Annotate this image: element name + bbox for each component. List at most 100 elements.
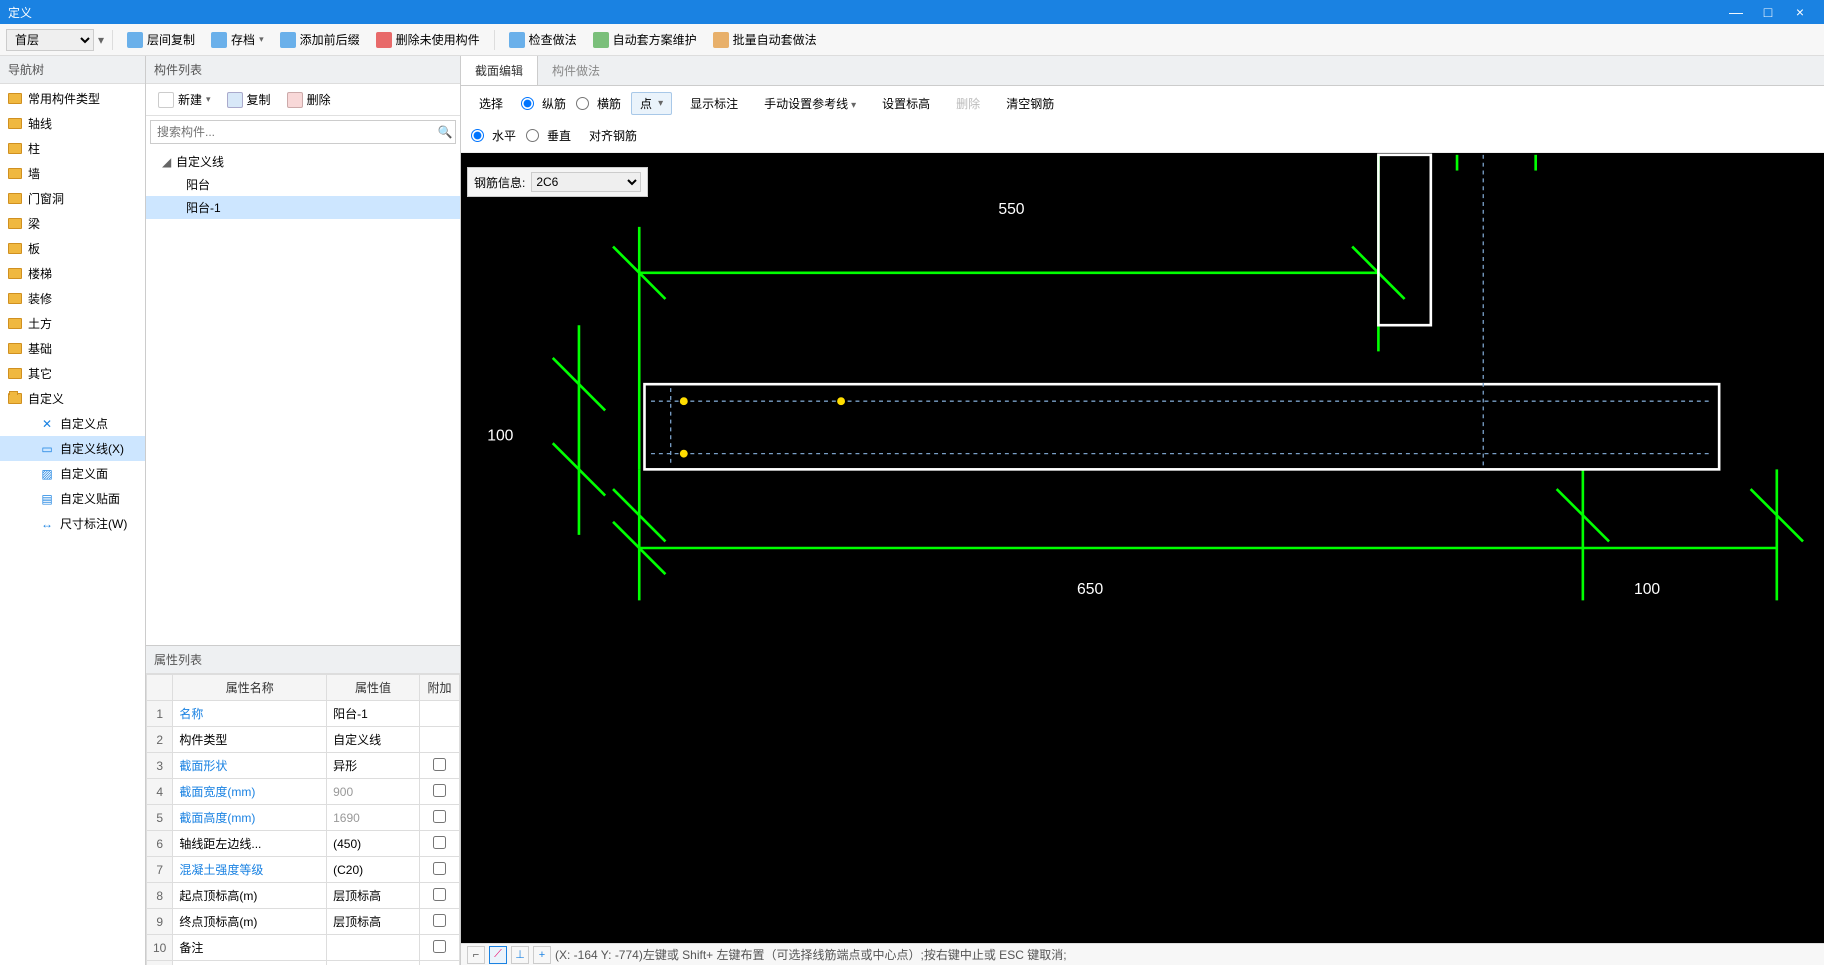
drawing-svg: 550 100 650 100 [461, 153, 1824, 943]
status-icon-2[interactable]: ⟋ [489, 946, 507, 964]
nav-item[interactable]: 轴线 [0, 111, 145, 136]
nav-item[interactable]: 梁 [0, 211, 145, 236]
tree-item[interactable]: ◢自定义线 [146, 150, 460, 173]
nav-item[interactable]: ↔尺寸标注(W) [0, 511, 145, 536]
property-value[interactable]: 层顶标高 [327, 883, 420, 909]
delete-rebar-button[interactable]: 删除 [948, 93, 988, 114]
nav-item-label: 板 [28, 240, 40, 257]
copy-button[interactable]: 复制 [221, 88, 277, 111]
property-row[interactable]: 10备注 [147, 935, 460, 961]
property-row[interactable]: 6轴线距左边线...(450) [147, 831, 460, 857]
nav-item[interactable]: 自定义 [0, 386, 145, 411]
nav-item[interactable]: 装修 [0, 286, 145, 311]
maximize-button[interactable]: □ [1752, 4, 1784, 20]
nav-item[interactable]: 其它 [0, 361, 145, 386]
horizontal-rebar-radio[interactable]: 横筋 [576, 95, 621, 112]
nav-item[interactable]: 墙 [0, 161, 145, 186]
show-annotation-button[interactable]: 显示标注 [682, 93, 746, 114]
property-row[interactable]: 5截面高度(mm)1690 [147, 805, 460, 831]
property-row[interactable]: 3截面形状异形 [147, 753, 460, 779]
tree-toggle-icon[interactable]: ◢ [162, 155, 172, 169]
add-prefix-button[interactable]: 添加前后缀 [274, 28, 366, 51]
extra-checkbox[interactable] [433, 810, 446, 823]
select-tool[interactable]: 选择 [471, 93, 511, 114]
auto-scheme-button[interactable]: 自动套方案维护 [587, 28, 703, 51]
point-tool[interactable]: 点 [631, 92, 672, 115]
copy-floor-button[interactable]: 层间复制 [121, 28, 201, 51]
new-button[interactable]: 新建▾ [152, 88, 217, 111]
archive-button[interactable]: 存档▾ [205, 28, 270, 51]
property-value[interactable] [327, 935, 420, 961]
search-icon[interactable]: 🔍 [435, 125, 455, 139]
floor-select[interactable]: 首层 [6, 29, 94, 51]
vertical-rebar-radio[interactable]: 纵筋 [521, 95, 566, 112]
extra-checkbox[interactable] [433, 836, 446, 849]
section-canvas[interactable]: 钢筋信息: 2C6 [461, 153, 1824, 943]
property-value[interactable]: 异形 [327, 753, 420, 779]
property-row[interactable]: 1名称阳台-1 [147, 701, 460, 727]
nav-item[interactable]: ▨自定义面 [0, 461, 145, 486]
tab-component-method[interactable]: 构件做法 [538, 56, 614, 85]
status-icon-4[interactable]: + [533, 946, 551, 964]
manual-ref-line-button[interactable]: 手动设置参考线 [756, 93, 864, 114]
nav-item[interactable]: 楼梯 [0, 261, 145, 286]
tab-section-edit[interactable]: 截面编辑 [461, 56, 538, 85]
row-number: 11 [147, 961, 173, 965]
nav-item-label: 轴线 [28, 115, 52, 132]
floor-dropdown-icon[interactable]: ▾ [98, 33, 104, 47]
property-value[interactable]: (450) [327, 831, 420, 857]
rebar-info-select[interactable]: 2C6 [531, 172, 641, 192]
nav-item[interactable]: ✕自定义点 [0, 411, 145, 436]
property-value[interactable]: 层顶标高 [327, 909, 420, 935]
property-value[interactable]: 阳台-1 [327, 701, 420, 727]
status-text: (X: -164 Y: -774)左键或 Shift+ 左键布置（可选择线筋端点… [555, 946, 1067, 963]
property-name: 截面形状 [179, 759, 227, 773]
nav-item[interactable]: 柱 [0, 136, 145, 161]
set-elevation-button[interactable]: 设置标高 [874, 93, 938, 114]
folder-icon [8, 168, 22, 179]
extra-checkbox[interactable] [433, 862, 446, 875]
property-value[interactable]: (C20) [327, 857, 420, 883]
nav-item[interactable]: 基础 [0, 336, 145, 361]
extra-checkbox[interactable] [433, 758, 446, 771]
nav-item[interactable]: 土方 [0, 311, 145, 336]
nav-item[interactable]: ▤自定义贴面 [0, 486, 145, 511]
folder-icon [8, 118, 22, 129]
close-button[interactable]: × [1784, 4, 1816, 20]
check-method-button[interactable]: 检查做法 [503, 28, 583, 51]
nav-item[interactable]: 常用构件类型 [0, 86, 145, 111]
extra-checkbox[interactable] [433, 914, 446, 927]
search-input[interactable] [151, 121, 435, 143]
tree-item[interactable]: 阳台 [146, 173, 460, 196]
nav-item[interactable]: ▭自定义线(X) [0, 436, 145, 461]
property-name: 起点顶标高(m) [179, 889, 257, 903]
status-icon-1[interactable]: ⌐ [467, 946, 485, 964]
nav-item[interactable]: 门窗洞 [0, 186, 145, 211]
batch-auto-button[interactable]: 批量自动套做法 [707, 28, 823, 51]
vertical-radio[interactable]: 垂直 [526, 127, 571, 144]
property-value[interactable]: 自定义线 [327, 727, 420, 753]
property-row[interactable]: 9终点顶标高(m)层顶标高 [147, 909, 460, 935]
property-value[interactable] [327, 961, 420, 965]
tree-item[interactable]: 阳台-1 [146, 196, 460, 219]
property-row[interactable]: 4截面宽度(mm)900 [147, 779, 460, 805]
extra-checkbox[interactable] [433, 888, 446, 901]
minimize-button[interactable]: — [1720, 4, 1752, 20]
horizontal-radio[interactable]: 水平 [471, 127, 516, 144]
property-value[interactable]: 1690 [327, 805, 420, 831]
clear-rebar-button[interactable]: 清空钢筋 [998, 93, 1062, 114]
property-value[interactable]: 900 [327, 779, 420, 805]
delete-button[interactable]: 删除 [281, 88, 337, 111]
status-icon-3[interactable]: ⊥ [511, 946, 529, 964]
property-name: 截面宽度(mm) [179, 785, 255, 799]
property-row[interactable]: 7混凝土强度等级(C20) [147, 857, 460, 883]
align-rebar-button[interactable]: 对齐钢筋 [581, 125, 645, 146]
delete-unused-button[interactable]: 删除未使用构件 [370, 28, 486, 51]
nav-item[interactable]: 板 [0, 236, 145, 261]
property-row[interactable]: 8起点顶标高(m)层顶标高 [147, 883, 460, 909]
property-row[interactable]: 2构件类型自定义线 [147, 727, 460, 753]
extra-checkbox[interactable] [433, 784, 446, 797]
extra-cell [420, 961, 460, 965]
property-row[interactable]: 11+钢筋业务属性 [147, 961, 460, 965]
extra-checkbox[interactable] [433, 940, 446, 953]
